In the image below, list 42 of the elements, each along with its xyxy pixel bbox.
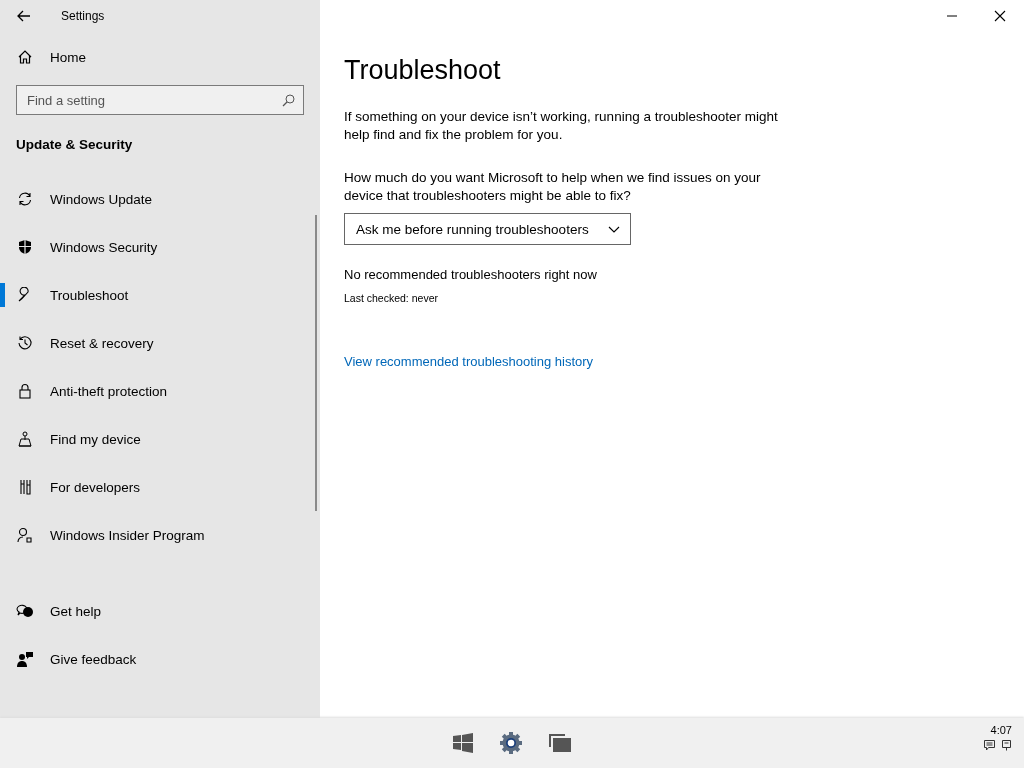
- refresh-icon: [16, 191, 34, 207]
- shield-icon: [16, 239, 34, 255]
- page-title: Troubleshoot: [344, 55, 502, 86]
- window-title: Settings: [61, 9, 105, 23]
- troubleshoot-dropdown[interactable]: Ask me before running troubleshooters: [344, 213, 631, 245]
- notification-icon[interactable]: [984, 740, 995, 751]
- section-heading: Update & Security: [16, 137, 134, 152]
- clock-text[interactable]: 4:07: [990, 724, 1012, 736]
- lock-icon: [16, 383, 34, 399]
- sidebar-item[interactable]: For developers: [0, 463, 310, 511]
- sidebar-link[interactable]: Get help: [0, 587, 310, 635]
- search-field[interactable]: Find a setting: [16, 85, 304, 115]
- feedback-person-icon: [16, 651, 34, 667]
- sidebar-item[interactable]: Reset & recovery: [0, 319, 310, 367]
- search-icon: [282, 93, 295, 107]
- history-icon: [16, 335, 34, 351]
- home-icon: [16, 49, 34, 65]
- gear-icon[interactable]: [499, 731, 523, 755]
- person-badge-icon: [16, 527, 34, 543]
- sidebar-item[interactable]: Windows Security: [0, 223, 310, 271]
- sidebar-item[interactable]: Windows Update: [0, 175, 310, 223]
- person-location-icon: [16, 431, 34, 447]
- home-nav-item[interactable]: Home: [0, 37, 310, 77]
- sidebar-item[interactable]: Anti-theft protection: [0, 367, 310, 415]
- keyboard-icon[interactable]: [1001, 740, 1012, 751]
- status-text: No recommended troubleshooters right now: [344, 267, 598, 282]
- scrollbar[interactable]: [315, 215, 317, 511]
- help-chat-icon: [16, 603, 34, 619]
- sidebar-item[interactable]: Find my device: [0, 415, 310, 463]
- chevron-down-icon: [608, 225, 620, 233]
- sidebar-link[interactable]: Give feedback: [0, 635, 310, 683]
- history-link[interactable]: View recommended troubleshooting history: [344, 354, 594, 369]
- windows-logo-icon[interactable]: [453, 733, 473, 753]
- intro-text: If something on your device isn’t working, running a troubleshooter might help find and fix the problem for you.: [344, 108, 779, 144]
- sidebar-item[interactable]: Windows Insider Program: [0, 511, 310, 559]
- back-arrow-icon[interactable]: [17, 10, 31, 22]
- sidebar-item[interactable]: Troubleshoot: [0, 271, 310, 319]
- question-text: How much do you want Microsoft to help when we find issues on your device that troubleshooters might be able to fix?: [344, 169, 762, 205]
- search-input[interactable]: Find a setting: [27, 92, 282, 108]
- last-checked-text: Last checked: never: [344, 292, 439, 304]
- close-icon[interactable]: [994, 10, 1006, 22]
- task-view-icon[interactable]: [549, 734, 571, 752]
